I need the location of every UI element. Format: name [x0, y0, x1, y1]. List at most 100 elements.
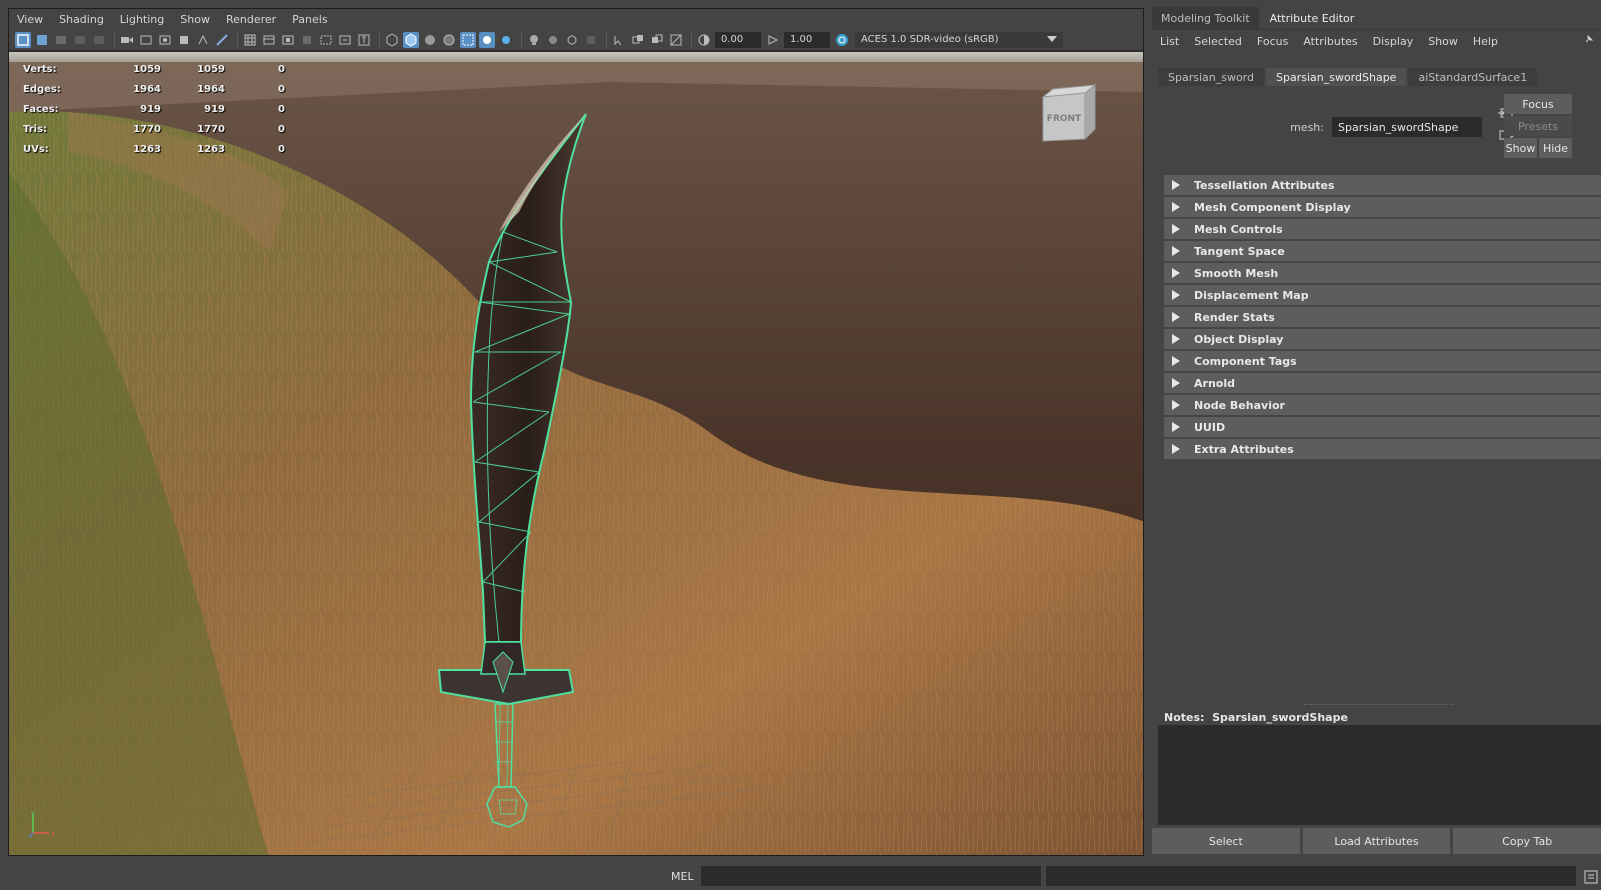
load-attributes-button[interactable]: Load Attributes	[1302, 828, 1451, 854]
exposure-field[interactable]: 0.00	[715, 31, 761, 48]
heads-up-icon[interactable]	[261, 32, 277, 48]
node-tab-shape[interactable]: Sparsian_swordShape	[1266, 68, 1407, 86]
view-cube[interactable]: FRONT	[1033, 79, 1103, 149]
menu-shading[interactable]: Shading	[59, 13, 104, 26]
menu-renderer[interactable]: Renderer	[226, 13, 276, 26]
presets-button[interactable]: Presets	[1504, 116, 1572, 136]
text-icon[interactable]	[356, 32, 372, 48]
focus-button[interactable]: Focus	[1504, 94, 1572, 114]
menu-focus[interactable]: Focus	[1257, 35, 1288, 48]
node-tabs: Sparsian_sword Sparsian_swordShape aiSta…	[1158, 68, 1539, 86]
attribute-section-component-tags[interactable]: Component Tags	[1164, 351, 1601, 371]
pin-icon[interactable]	[1583, 33, 1595, 45]
isolate-select-icon[interactable]	[611, 32, 627, 48]
notes-divider[interactable]	[1304, 704, 1454, 705]
bookmarks-icon[interactable]	[72, 32, 88, 48]
image-plane-icon[interactable]	[91, 32, 107, 48]
attribute-section-object-display[interactable]: Object Display	[1164, 329, 1601, 349]
wireframe-icon[interactable]	[384, 32, 400, 48]
attribute-section-render-stats[interactable]: Render Stats	[1164, 307, 1601, 327]
section-label: Render Stats	[1194, 310, 1275, 324]
attribute-section-node-behavior[interactable]: Node Behavior	[1164, 395, 1601, 415]
frame-selected-icon[interactable]	[337, 32, 353, 48]
motion-blur-icon[interactable]	[545, 32, 561, 48]
menu-panels[interactable]: Panels	[292, 13, 327, 26]
textured-icon[interactable]	[441, 32, 457, 48]
copy-tab-button[interactable]: Copy Tab	[1453, 828, 1601, 854]
menu-selected[interactable]: Selected	[1194, 35, 1242, 48]
mel-label[interactable]: MEL	[671, 870, 694, 883]
lock-camera-icon[interactable]	[34, 32, 50, 48]
command-line: MEL	[0, 862, 1601, 890]
attribute-section-extra-attributes[interactable]: Extra Attributes	[1164, 439, 1601, 459]
mel-input[interactable]	[701, 866, 1041, 886]
safe-action-icon[interactable]	[214, 32, 230, 48]
camera-icon[interactable]	[119, 32, 135, 48]
section-label: Object Display	[1194, 332, 1284, 346]
anti-aliasing-icon[interactable]	[564, 32, 580, 48]
attribute-section-displacement-map[interactable]: Displacement Map	[1164, 285, 1601, 305]
attribute-section-mesh-component-display[interactable]: Mesh Component Display	[1164, 197, 1601, 217]
default-material-icon[interactable]	[422, 32, 438, 48]
xray-icon[interactable]	[299, 32, 315, 48]
notes-textarea[interactable]	[1158, 725, 1601, 825]
toolbar-divider	[379, 31, 380, 48]
hide-button[interactable]: Hide	[1539, 138, 1572, 158]
menu-lighting[interactable]: Lighting	[120, 13, 164, 26]
attribute-section-smooth-mesh[interactable]: Smooth Mesh	[1164, 263, 1601, 283]
camera-attributes-icon[interactable]	[53, 32, 69, 48]
tab-attribute-editor[interactable]: Attribute Editor	[1260, 7, 1364, 29]
grid-icon[interactable]	[242, 32, 258, 48]
smooth-shade-icon[interactable]	[403, 31, 419, 48]
notes-node-name: Sparsian_swordShape	[1212, 711, 1348, 724]
screen-space-ao-icon[interactable]	[526, 32, 542, 48]
attribute-section-uuid[interactable]: UUID	[1164, 417, 1601, 437]
attribute-section-mesh-controls[interactable]: Mesh Controls	[1164, 219, 1601, 239]
attribute-section-arnold[interactable]: Arnold	[1164, 373, 1601, 393]
use-all-lights-icon[interactable]	[479, 31, 495, 48]
menu-view[interactable]: View	[17, 13, 43, 26]
xray-active-icon[interactable]	[649, 32, 665, 48]
exposure-icon[interactable]	[696, 32, 712, 48]
attribute-section-tangent-space[interactable]: Tangent Space	[1164, 241, 1601, 261]
show-button[interactable]: Show	[1504, 138, 1537, 158]
depth-of-field-icon[interactable]	[583, 32, 599, 48]
backface-culling-icon[interactable]	[668, 32, 684, 48]
film-gate-icon[interactable]	[138, 32, 154, 48]
resolution-gate-icon[interactable]	[157, 32, 173, 48]
shadows-icon[interactable]	[498, 32, 514, 48]
menu-display[interactable]: Display	[1373, 35, 1414, 48]
xray-joints-icon[interactable]	[630, 32, 646, 48]
attribute-sections: Tessellation Attributes Mesh Component Di…	[1164, 175, 1601, 461]
color-management-icon[interactable]	[834, 32, 850, 48]
attribute-section-tessellation-attributes[interactable]: Tessellation Attributes	[1164, 175, 1601, 195]
color-space-dropdown[interactable]: ACES 1.0 SDR-video (sRGB)	[855, 31, 1063, 48]
frame-all-icon[interactable]	[318, 32, 334, 48]
node-tab-transform[interactable]: Sparsian_sword	[1158, 68, 1264, 86]
menu-attributes[interactable]: Attributes	[1303, 35, 1357, 48]
color-space-value: ACES 1.0 SDR-video (sRGB)	[861, 34, 999, 45]
section-label: Extra Attributes	[1194, 442, 1294, 456]
wireframe-on-shaded-icon[interactable]	[460, 31, 476, 48]
hud-value: 1964	[133, 83, 161, 95]
menu-show[interactable]: Show	[1428, 35, 1458, 48]
node-tab-material[interactable]: aiStandardSurface1	[1408, 68, 1538, 86]
menu-help[interactable]: Help	[1473, 35, 1498, 48]
viewport-panel[interactable]: View Shading Lighting Show Renderer Pane…	[8, 8, 1144, 856]
isolate-icon[interactable]	[280, 32, 296, 48]
viewport-scene[interactable]	[9, 52, 1144, 856]
mesh-name-field[interactable]: Sparsian_swordShape	[1332, 117, 1482, 137]
tab-modeling-toolkit[interactable]: Modeling Toolkit	[1152, 7, 1259, 29]
select-camera-icon[interactable]	[15, 31, 31, 48]
hud-row-edges: Edges: 1964 1964 0	[23, 79, 285, 99]
field-chart-icon[interactable]	[195, 32, 211, 48]
gamma-field[interactable]: 1.00	[784, 31, 830, 48]
notes-label: Notes: Sparsian_swordShape	[1164, 711, 1348, 724]
menu-show[interactable]: Show	[180, 13, 210, 26]
select-button[interactable]: Select	[1152, 828, 1300, 854]
menu-list[interactable]: List	[1160, 35, 1179, 48]
script-editor-icon[interactable]	[1584, 870, 1598, 884]
gamma-icon[interactable]	[765, 32, 781, 48]
gate-mask-icon[interactable]	[176, 32, 192, 48]
view-cube-label: FRONT	[1047, 114, 1082, 124]
